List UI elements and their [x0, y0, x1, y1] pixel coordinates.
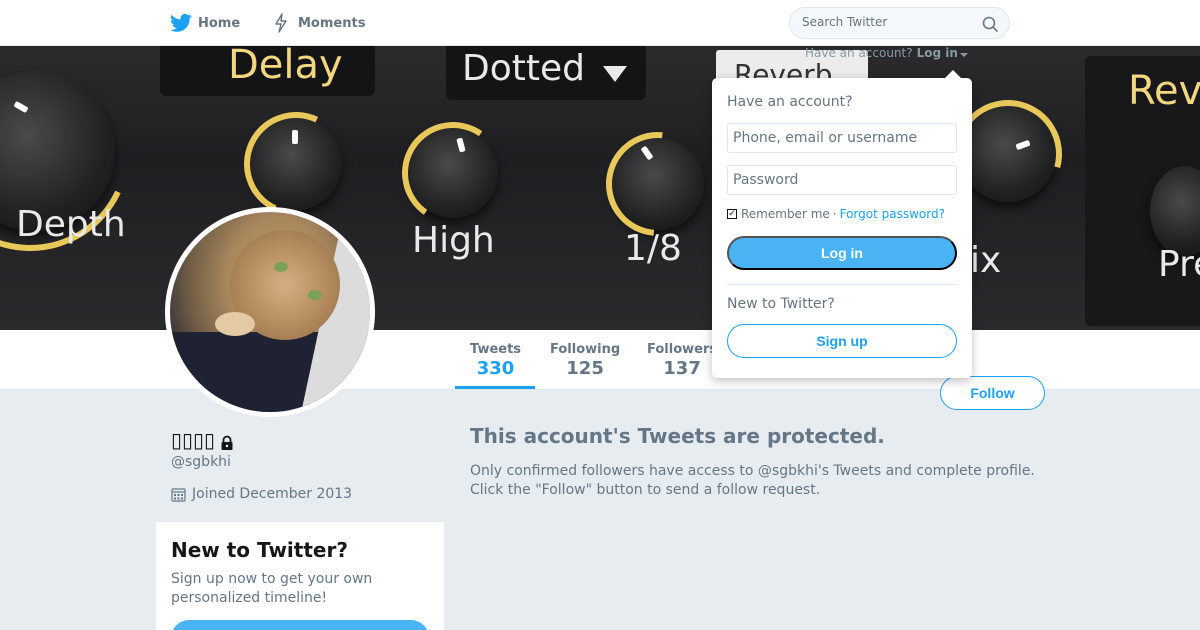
nav-moments[interactable]: Moments — [270, 12, 365, 34]
banner-label-one-eighth: 1/8 — [624, 228, 682, 269]
signup-card-button[interactable] — [171, 620, 429, 630]
search-box — [789, 7, 1010, 39]
active-tab-indicator — [455, 386, 535, 389]
signup-card: New to Twitter? Sign up now to get your … — [156, 522, 444, 630]
forgot-password-link[interactable]: Forgot password? — [840, 207, 945, 221]
separator-dot: · — [832, 207, 837, 221]
stat-followers[interactable]: Followers 137 — [647, 342, 717, 379]
password-field[interactable] — [727, 165, 957, 195]
joined-date: Joined December 2013 — [171, 486, 352, 502]
divider — [727, 284, 957, 285]
avatar[interactable] — [165, 207, 375, 417]
stat-value: 330 — [476, 358, 515, 379]
profile-name: ▯▯▯▯ — [171, 428, 235, 452]
search-icon[interactable] — [981, 15, 999, 33]
protected-title: This account's Tweets are protected. — [470, 424, 885, 448]
joined-text: Joined December 2013 — [192, 486, 353, 502]
profile-name-text: ▯▯▯▯ — [171, 428, 216, 452]
nav-moments-label: Moments — [298, 15, 366, 31]
login-button[interactable]: Log in — [727, 236, 957, 270]
top-navigation-bar: Home Moments — [0, 0, 1200, 46]
remember-me-label: Remember me — [741, 207, 830, 221]
login-prompt: Have an account? — [805, 46, 913, 60]
stat-label: Following — [550, 342, 621, 357]
stat-label: Tweets — [470, 342, 522, 357]
follow-button[interactable]: Follow — [940, 376, 1045, 410]
protected-message: Only confirmed followers have access to … — [470, 463, 1035, 498]
banner-dropdown-triangle — [603, 66, 627, 82]
twitter-bird-icon — [170, 12, 192, 34]
banner-label-high: High — [412, 220, 495, 261]
new-to-twitter-heading: New to Twitter? — [727, 296, 835, 312]
stat-label: Followers — [647, 342, 718, 357]
dropdown-arrow — [944, 70, 962, 79]
remember-me-checkbox[interactable]: ✔ — [727, 209, 737, 219]
signup-button[interactable]: Sign up — [727, 324, 957, 358]
profile-handle: @sgbkhi — [171, 454, 231, 470]
lightning-icon — [270, 12, 292, 34]
banner-label-depth: Depth — [16, 204, 126, 245]
stat-following[interactable]: Following 125 — [550, 342, 620, 379]
remember-row: ✔ Remember me · Forgot password? — [727, 207, 945, 221]
banner-label-ix: ix — [970, 240, 1002, 281]
banner-label-delay: Delay — [228, 46, 343, 88]
login-heading: Have an account? — [727, 94, 853, 110]
login-dropdown: Have an account? ✔ Remember me · Forgot … — [712, 70, 972, 378]
stat-value: 125 — [566, 358, 604, 379]
nav-home-label: Home — [198, 15, 241, 31]
login-toggle: Have an account? Log in — [805, 46, 968, 60]
username-field[interactable] — [727, 123, 957, 153]
nav-home[interactable]: Home — [170, 12, 240, 34]
calendar-icon — [171, 487, 186, 502]
stat-value: 137 — [663, 358, 701, 379]
banner-label-pre: Pre — [1158, 244, 1200, 285]
stat-tweets[interactable]: Tweets 330 — [470, 342, 521, 379]
login-dropdown-toggle[interactable]: Log in — [917, 46, 968, 60]
caret-down-icon — [959, 53, 968, 57]
search-input[interactable] — [802, 15, 972, 29]
signup-card-title: New to Twitter? — [171, 538, 348, 562]
banner-label-dotted: Dotted — [462, 48, 585, 89]
banner-label-rev: Rev — [1128, 68, 1200, 114]
lock-icon — [219, 432, 235, 450]
signup-card-text: Sign up now to get your own personalized… — [171, 571, 373, 606]
